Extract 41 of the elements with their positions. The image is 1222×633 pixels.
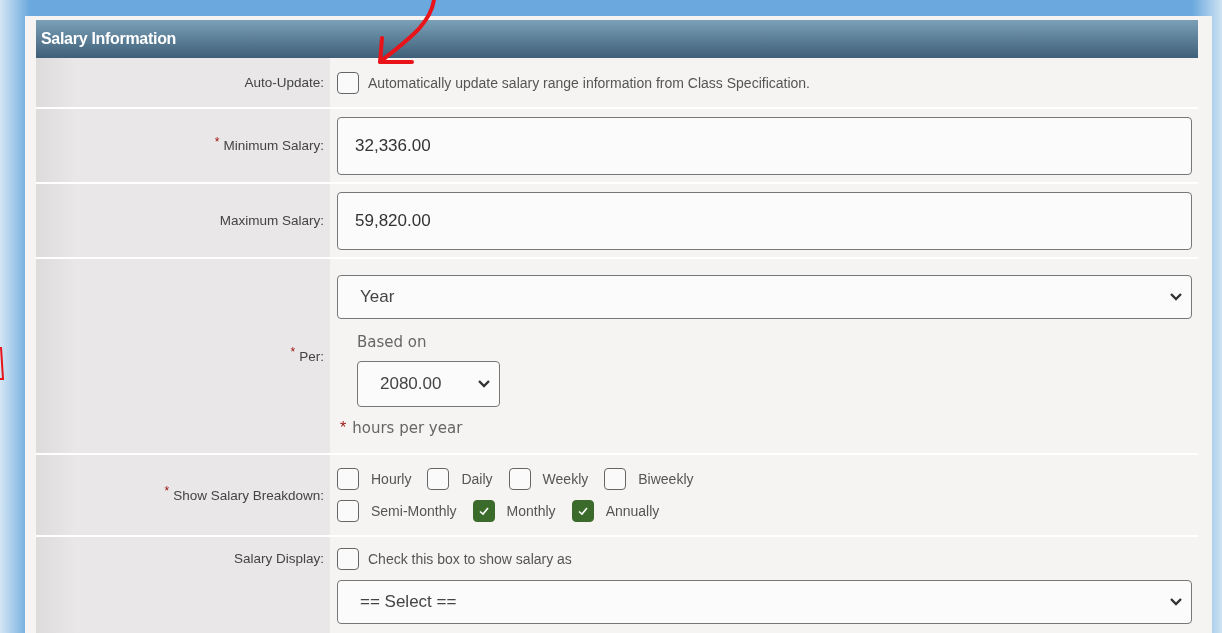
required-asterisk: *: [214, 134, 220, 149]
field-label: Auto-Update:: [244, 75, 324, 90]
checkbox-label: Hourly: [371, 471, 412, 487]
checkbox[interactable]: [427, 468, 450, 490]
checkbox[interactable]: [337, 71, 359, 94]
checkmark-icon: [576, 505, 589, 517]
required-asterisk: *: [290, 345, 296, 359]
checkbox-label: Semi-Monthly: [371, 503, 457, 519]
required-asterisk: *: [164, 484, 170, 498]
checkbox-label: Annually: [605, 503, 660, 519]
hours-select[interactable]: 2080.00: [357, 361, 500, 407]
salary-input[interactable]: 32,336.00: [337, 116, 1192, 175]
required-asterisk: *: [340, 419, 347, 437]
checkbox[interactable]: [337, 500, 359, 522]
checkbox-label: Weekly: [542, 471, 589, 487]
based-on-label: Based on: [357, 333, 428, 351]
checkbox-label: Daily: [461, 471, 493, 487]
field-label: Per:: [299, 348, 324, 364]
checkbox-label: Biweekly: [638, 471, 694, 487]
checkbox[interactable]: [571, 500, 594, 522]
display-select[interactable]: == Select ==: [337, 580, 1192, 624]
chevron-down-icon: [1169, 597, 1183, 607]
per-select[interactable]: Year: [337, 275, 1192, 319]
chevron-down-icon: [477, 379, 491, 389]
field-label: Maximum Salary:: [219, 213, 324, 228]
checkbox-label: Monthly: [506, 503, 556, 519]
checkmark-icon: [477, 505, 490, 517]
panel-title: Salary Information: [41, 30, 177, 48]
salary-input[interactable]: 59,820.00: [337, 191, 1192, 250]
hours-label: hours per year: [352, 419, 463, 437]
checkbox[interactable]: [508, 468, 531, 490]
checkbox[interactable]: [337, 468, 359, 490]
checkbox-label: Automatically update salary range information from Class Specification.: [368, 74, 810, 91]
chevron-down-icon: [1169, 292, 1183, 302]
checkbox-label: Check this box to show salary as: [368, 551, 572, 567]
checkbox[interactable]: [604, 468, 627, 490]
field-label: Show Salary Breakdown:: [173, 487, 324, 503]
field-label: Minimum Salary:: [223, 138, 324, 153]
field-label: Salary Display:: [233, 551, 324, 566]
checkbox[interactable]: [472, 500, 495, 522]
checkbox[interactable]: [337, 548, 359, 570]
